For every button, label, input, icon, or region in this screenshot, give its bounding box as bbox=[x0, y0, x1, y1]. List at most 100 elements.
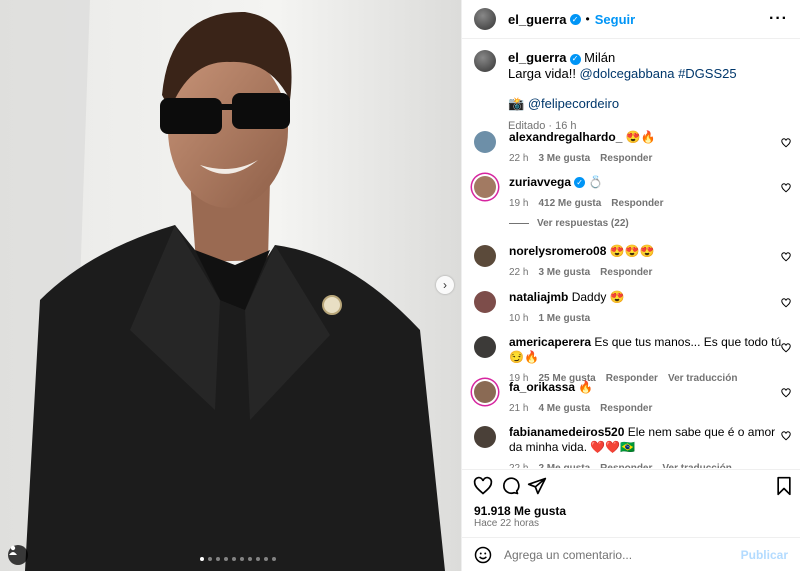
commenter-username[interactable]: alexandregalhardo_ bbox=[509, 130, 622, 144]
comment-time: 22 h bbox=[509, 461, 528, 468]
caption-text: Larga vida!! bbox=[508, 66, 580, 81]
post-sidebar: el_guerra ✓ • Seguir ··· el_guerra ✓ Milá… bbox=[461, 0, 800, 571]
comment-text: 🔥 bbox=[575, 380, 594, 394]
comment-bubble-icon[interactable] bbox=[500, 476, 520, 496]
carousel-indicator bbox=[200, 557, 276, 561]
carousel-dot bbox=[248, 557, 252, 561]
comment-time: 21 h bbox=[509, 403, 529, 414]
more-options-icon[interactable]: ··· bbox=[769, 10, 788, 28]
view-replies-button[interactable]: Ver respuestas (22) bbox=[509, 218, 629, 229]
comment-item: americaperera Es que tus manos... Es que… bbox=[462, 335, 800, 386]
comment-time: 22 h bbox=[509, 267, 529, 278]
comment-item: nataliajmb Daddy 😍 10 h 1 Me gusta bbox=[462, 290, 800, 326]
verified-badge-icon: ✓ bbox=[569, 53, 581, 65]
carousel-dot bbox=[200, 557, 204, 561]
comment-like-heart-icon[interactable] bbox=[781, 252, 791, 262]
commenter-username[interactable]: zuriavvega bbox=[509, 175, 571, 189]
comment-time: 22 h bbox=[509, 153, 529, 164]
carousel-dot bbox=[272, 557, 276, 561]
comment-item: fabianamedeiros520 Ele nem sabe que é o … bbox=[462, 425, 800, 468]
caption-hashtag-link[interactable]: #DGSS25 bbox=[678, 66, 737, 81]
post-location[interactable]: Milán bbox=[584, 50, 615, 65]
comment-time: 19 h bbox=[509, 198, 529, 209]
comment-likes[interactable]: 2 Me gusta bbox=[538, 461, 590, 468]
carousel-dot bbox=[216, 557, 220, 561]
caption-avatar[interactable] bbox=[474, 50, 496, 72]
comment-text: 😍😍😍 bbox=[606, 244, 655, 258]
reply-button[interactable]: Responder bbox=[600, 265, 652, 280]
comment-item: zuriavvega ✓ 💍 19 h 412 Me gusta Responder bbox=[462, 175, 800, 211]
save-bookmark-icon[interactable] bbox=[774, 476, 794, 496]
comment-like-heart-icon[interactable] bbox=[781, 388, 791, 398]
comment-item: norelysromero08 😍😍😍 22 h 3 Me gusta Respond… bbox=[462, 244, 800, 280]
next-photo-button[interactable]: › bbox=[436, 276, 454, 294]
comment-text: Daddy 😍 bbox=[568, 290, 625, 304]
comment-input[interactable] bbox=[504, 547, 741, 562]
chevron-right-icon: › bbox=[443, 278, 447, 292]
verified-badge-icon: ✓ bbox=[569, 13, 581, 25]
comments-list[interactable]: el_guerra ✓ Milán Larga vida!! @dolcegabb… bbox=[462, 40, 800, 468]
comment-time: 10 h bbox=[509, 313, 529, 324]
verified-badge-icon: ✓ bbox=[574, 177, 586, 188]
commenter-avatar[interactable] bbox=[474, 381, 496, 403]
commenter-username[interactable]: fa_orikassa bbox=[509, 380, 575, 394]
add-comment-bar: Publicar bbox=[462, 537, 800, 571]
reply-button[interactable]: Responder bbox=[600, 151, 652, 166]
comment-likes[interactable]: 3 Me gusta bbox=[538, 265, 590, 280]
like-count[interactable]: 91.918 Me gusta bbox=[474, 504, 566, 518]
caption-mention-link[interactable]: @dolcegabbana bbox=[580, 66, 675, 81]
photo-illustration bbox=[0, 0, 461, 571]
emoji-smiley-icon[interactable] bbox=[474, 546, 492, 564]
like-heart-icon[interactable] bbox=[473, 476, 493, 496]
caption-username[interactable]: el_guerra bbox=[508, 50, 567, 65]
carousel-dot bbox=[232, 557, 236, 561]
see-translation-button[interactable]: Ver traducción bbox=[662, 461, 731, 468]
commenter-avatar[interactable] bbox=[474, 176, 496, 198]
commenter-username[interactable]: fabianamedeiros520 bbox=[509, 425, 624, 439]
carousel-dot bbox=[264, 557, 268, 561]
author-avatar[interactable] bbox=[474, 8, 496, 30]
post-photo[interactable]: › bbox=[0, 0, 461, 571]
publish-button[interactable]: Publicar bbox=[741, 548, 788, 562]
commenter-username[interactable]: nataliajmb bbox=[509, 290, 568, 304]
post-header: el_guerra ✓ • Seguir ··· bbox=[462, 0, 800, 39]
reply-button[interactable]: Responder bbox=[600, 461, 652, 468]
reply-button[interactable]: Responder bbox=[600, 401, 652, 416]
carousel-dot bbox=[224, 557, 228, 561]
commenter-avatar[interactable] bbox=[474, 336, 496, 358]
post-actions bbox=[462, 469, 800, 501]
comment-like-heart-icon[interactable] bbox=[781, 183, 791, 193]
commenter-username[interactable]: norelysromero08 bbox=[509, 244, 606, 258]
follow-button[interactable]: Seguir bbox=[595, 12, 635, 27]
commenter-username[interactable]: americaperera bbox=[509, 335, 591, 349]
commenter-avatar[interactable] bbox=[474, 245, 496, 267]
commenter-avatar[interactable] bbox=[474, 131, 496, 153]
comment-like-heart-icon[interactable] bbox=[781, 343, 791, 353]
comment-likes[interactable]: 3 Me gusta bbox=[538, 151, 590, 166]
comment-text: 💍 bbox=[585, 175, 604, 189]
comment-like-heart-icon[interactable] bbox=[781, 138, 791, 148]
post-time: Hace 22 horas bbox=[474, 518, 540, 529]
author-username[interactable]: el_guerra bbox=[508, 12, 567, 27]
separator-dot: • bbox=[585, 12, 590, 26]
comment-likes[interactable]: 4 Me gusta bbox=[538, 401, 590, 416]
commenter-avatar[interactable] bbox=[474, 291, 496, 313]
reply-button[interactable]: Responder bbox=[611, 196, 663, 211]
share-send-icon[interactable] bbox=[527, 476, 547, 496]
carousel-dot bbox=[208, 557, 212, 561]
tagged-users-button[interactable] bbox=[8, 545, 28, 565]
post-caption: el_guerra ✓ Milán Larga vida!! @dolcegabb… bbox=[462, 40, 800, 134]
comment-like-heart-icon[interactable] bbox=[781, 431, 791, 441]
carousel-dot bbox=[240, 557, 244, 561]
comment-item: fa_orikassa 🔥 21 h 4 Me gusta Responder bbox=[462, 380, 800, 416]
comment-likes[interactable]: 1 Me gusta bbox=[538, 311, 590, 326]
comment-text: 😍🔥 bbox=[622, 130, 656, 144]
camera-emoji: 📸 bbox=[508, 96, 525, 111]
comment-likes[interactable]: 412 Me gusta bbox=[538, 196, 601, 211]
comment-like-heart-icon[interactable] bbox=[781, 298, 791, 308]
comment-item: alexandregalhardo_ 😍🔥 22 h 3 Me gusta Respo… bbox=[462, 130, 800, 166]
person-icon bbox=[9, 545, 17, 555]
carousel-dot bbox=[256, 557, 260, 561]
photo-credit-link[interactable]: @felipecordeiro bbox=[528, 96, 619, 111]
commenter-avatar[interactable] bbox=[474, 426, 496, 448]
